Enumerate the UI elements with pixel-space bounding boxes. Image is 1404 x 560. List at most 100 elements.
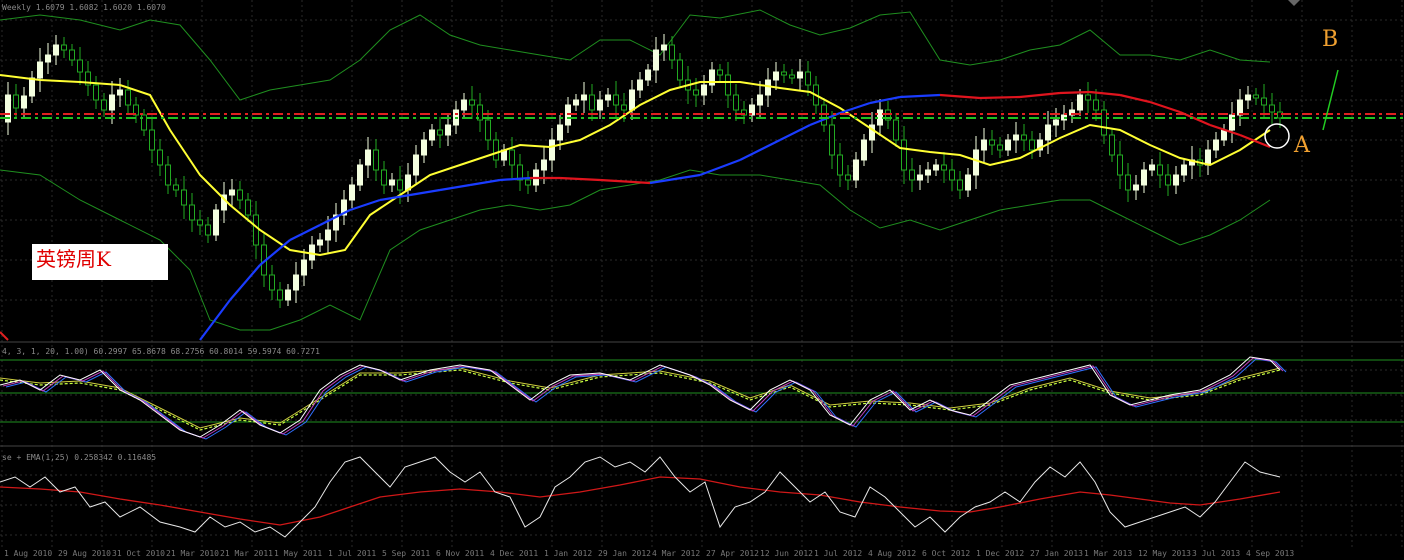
candle-body [893,119,899,141]
x-axis-label: 1 Jul 2011 [328,549,376,558]
candle-body [253,214,259,246]
oscillator-info: 4, 3, 1, 20, 1.00) 60.2997 65.8678 68.27… [2,347,320,356]
candle-body [61,44,67,51]
candle-body [357,164,363,186]
candle-body [413,154,419,176]
candle-body [645,69,651,81]
candle-body [781,71,787,76]
candle-body [1213,139,1219,151]
candle-body [69,49,75,61]
candle-body [1205,149,1211,166]
candle-body [29,77,35,97]
candle-body [325,229,331,241]
ma-slow-segment [979,95,1021,100]
candle-body [493,139,499,161]
candle-body [877,109,883,126]
candle-body [661,44,667,51]
candle-body [525,179,531,186]
candle-body [421,139,427,156]
x-axis-label: 3 Jul 2013 [1192,549,1240,558]
candle-body [125,89,131,106]
candle-body [725,74,731,96]
candle-body [213,209,219,236]
candle-body [1269,104,1275,113]
candle-body [1093,99,1099,111]
x-axis-label: 12 May 2013 [1138,549,1191,558]
candle-body [1141,169,1147,186]
x-axis-label: 5 Sep 2011 [382,549,430,558]
candle-body [701,84,707,96]
candle-body [293,274,299,291]
candle-body [589,94,595,111]
candle-body [789,74,795,79]
candle-body [1021,134,1027,141]
candle-body [693,89,699,96]
price-pane-info: Weekly 1.6079 1.6082 1.6020 1.6070 [2,3,166,12]
candle-body [301,259,307,276]
candle-body [853,159,859,181]
x-axis-label: 6 Nov 2011 [436,549,484,558]
x-axis-label: 29 Jan 2012 [598,549,651,558]
x-axis-labels: 1 Aug 2010 29 Aug 2010 31 Oct 2010 21 Mar 2… [4,549,1294,558]
candle-body [581,94,587,101]
candle-body [909,169,915,181]
candle-body [197,219,203,226]
candle-body [117,89,123,96]
candle-body [989,139,995,146]
x-axis-label: 4 Sep 2013 [1246,549,1294,558]
candle-body [541,159,547,171]
candle-body [1149,164,1155,171]
candle-body [437,129,443,136]
candle-body [269,274,275,291]
candle-body [1029,139,1035,151]
candle-body [37,61,43,79]
ma-slow-segment [1059,90,1091,95]
candle-body [837,154,843,176]
candle-body [1053,119,1059,126]
candle-body [621,104,627,111]
candle-body [237,189,243,201]
candle-body [373,149,379,171]
candle-body [189,204,195,221]
candle-body [949,169,955,181]
mark-a: A [1293,133,1311,158]
candle-body [1085,94,1091,101]
candle-body [557,124,563,141]
candle-body [1109,134,1115,156]
candle-body [469,99,475,106]
candle-body [285,289,291,301]
x-axis-label: 29 Aug 2010 [58,549,111,558]
candle-body [173,184,179,191]
candle-body [1173,174,1179,186]
mark-b: B [1322,27,1338,52]
candle-body [1125,174,1131,191]
candle-body [21,95,27,109]
candle-body [805,71,811,86]
candle-body [445,124,451,136]
candle-body [349,184,355,201]
candle-body [957,179,963,191]
chart-canvas: Weekly 1.6079 1.6082 1.6020 1.6070 A B 4… [0,0,1404,560]
candle-body [277,289,283,301]
candle-body [181,189,187,206]
candle-body [773,71,779,81]
candle-body [157,149,163,166]
candle-body [797,71,803,79]
candle-body [461,99,467,111]
candle-body [485,119,491,141]
candle-body [997,144,1003,151]
candle-body [229,189,235,196]
candle-body [925,169,931,176]
candle-body [205,224,211,236]
x-axis-label: 27 Jan 2013 [1030,549,1083,558]
candle-body [45,54,51,63]
chart-label: 英镑周K [36,247,111,271]
candle-body [629,89,635,111]
candle-body [933,164,939,171]
candle-body [317,239,323,246]
candle-body [1013,134,1019,141]
candle-body [917,174,923,181]
candle-body [53,44,59,56]
candle-body [733,94,739,111]
x-axis-label: 6 Oct 2012 [922,549,970,558]
